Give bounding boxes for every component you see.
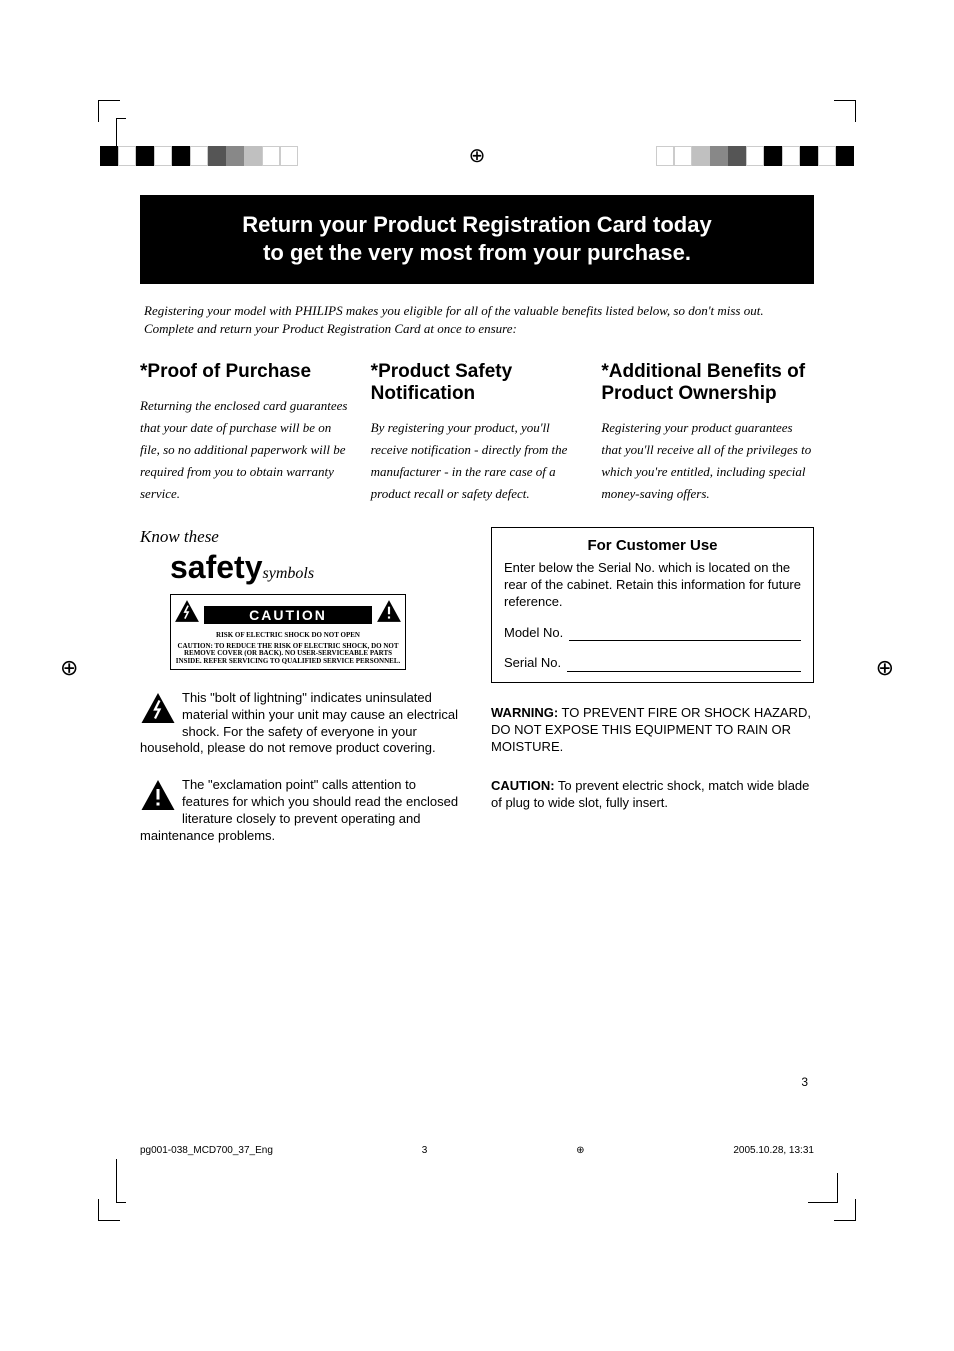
safety-symbols-section: Know these safetysymbols CAUTION RISK OF…: [140, 527, 463, 845]
registration-cross-icon: ⊕: [876, 655, 894, 681]
footer-date: 2005.10.28, 13:31: [733, 1145, 814, 1156]
safety-word: safety: [170, 549, 263, 585]
page-number: 3: [801, 1075, 808, 1089]
caution-label: CAUTION:: [491, 778, 555, 793]
color-registration-bar: ⊕: [0, 146, 954, 166]
column-heading: *Product Safety Notification: [371, 361, 584, 405]
print-footer: pg001-038_MCD700_37_Eng 3 ⊕ 2005.10.28, …: [140, 1145, 814, 1156]
column-heading: *Proof of Purchase: [140, 361, 353, 383]
caution-label-box: CAUTION RISK OF ELECTRIC SHOCK DO NOT OP…: [170, 594, 406, 669]
safety-title: safetysymbols: [170, 549, 463, 586]
registration-cross-icon: ⊕: [469, 146, 486, 166]
column-body: Registering your product guarantees that…: [601, 417, 814, 505]
intro-paragraph: Registering your model with PHILIPS make…: [144, 302, 810, 337]
symbols-word: symbols: [263, 565, 315, 582]
exclamation-triangle-icon: [376, 598, 402, 631]
registration-cross-icon: ⊕: [60, 655, 78, 681]
crop-mark: [816, 100, 856, 140]
exclamation-triangle-icon: [140, 777, 176, 818]
bolt-paragraph: This "bolt of lightning" indicates unins…: [140, 690, 463, 758]
registration-cross-icon: ⊕: [576, 1145, 584, 1156]
column-additional-benefits: *Additional Benefits of Product Ownershi…: [601, 361, 814, 505]
exclamation-paragraph: The "exclamation point" calls attention …: [140, 777, 463, 845]
column-body: By registering your product, you'll rece…: [371, 417, 584, 505]
column-proof-of-purchase: *Proof of Purchase Returning the enclose…: [140, 361, 353, 505]
caution-word: CAUTION: [204, 606, 372, 624]
customer-use-body: Enter below the Serial No. which is loca…: [504, 560, 801, 611]
know-these-label: Know these: [140, 527, 463, 547]
column-safety-notification: *Product Safety Notification By register…: [371, 361, 584, 505]
customer-use-heading: For Customer Use: [504, 536, 801, 556]
benefits-columns: *Proof of Purchase Returning the enclose…: [140, 361, 814, 505]
caution-fine-print: CAUTION: TO REDUCE THE RISK OF ELECTRIC …: [174, 643, 402, 666]
banner-line-2: to get the very most from your purchase.: [170, 239, 784, 267]
model-no-label: Model No.: [504, 625, 563, 642]
footer-page: 3: [422, 1145, 428, 1156]
lightning-triangle-icon: [174, 598, 200, 631]
serial-no-field: Serial No.: [504, 655, 801, 672]
crop-mark: [808, 1173, 838, 1203]
lightning-triangle-icon: [140, 690, 176, 731]
model-no-blank-line: [569, 628, 801, 641]
caution-risk-text: RISK OF ELECTRIC SHOCK DO NOT OPEN: [174, 632, 402, 639]
registration-banner: Return your Product Registration Card to…: [140, 195, 814, 284]
column-body: Returning the enclosed card guarantees t…: [140, 395, 353, 505]
footer-filename: pg001-038_MCD700_37_Eng: [140, 1145, 273, 1156]
serial-no-label: Serial No.: [504, 655, 561, 672]
column-heading: *Additional Benefits of Product Ownershi…: [601, 361, 814, 405]
customer-use-box: For Customer Use Enter below the Serial …: [491, 527, 814, 683]
model-no-field: Model No.: [504, 625, 801, 642]
banner-line-1: Return your Product Registration Card to…: [170, 211, 784, 239]
crop-mark: [116, 1159, 126, 1203]
warning-label: WARNING:: [491, 705, 558, 720]
caution-plug-block: CAUTION: To prevent electric shock, matc…: [491, 778, 814, 812]
serial-no-blank-line: [567, 659, 801, 672]
warning-block: WARNING: TO PREVENT FIRE OR SHOCK HAZARD…: [491, 705, 814, 756]
